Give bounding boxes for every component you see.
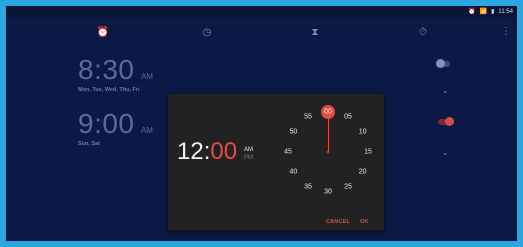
dial-number[interactable]: 10	[359, 129, 367, 136]
dial-number[interactable]: 35	[304, 183, 312, 190]
status-time: 11:54	[498, 8, 513, 15]
minute-dial[interactable]: 55 00 05 50 10 45 15 40 20 35 30 25	[276, 100, 380, 204]
dial-number[interactable]: 20	[359, 169, 367, 176]
alarm-time: 9:00	[78, 108, 135, 139]
chevron-down-icon[interactable]: ⌄	[442, 148, 449, 157]
dial-number[interactable]: 25	[344, 183, 352, 190]
dial-number[interactable]: 30	[324, 189, 332, 196]
status-bar: ⏰ 📶 ▮ 11:54	[6, 6, 517, 18]
alarm-toggle[interactable]	[436, 59, 450, 68]
more-vert-icon[interactable]: ⋮	[501, 26, 511, 37]
alarm-ampm: AM	[140, 72, 153, 81]
dial-center	[327, 151, 329, 153]
alarm-time: 8:30	[78, 54, 135, 85]
dial-number[interactable]: 05	[344, 114, 352, 121]
pm-option[interactable]: PM	[244, 154, 253, 162]
clock-icon[interactable]: ◷	[200, 26, 214, 40]
alarm-toggle[interactable]	[438, 117, 454, 126]
am-option[interactable]: AM	[244, 146, 253, 154]
time-picker-dialog: 12:00 AM PM 55 00 05 50 10 45 15 40 20 35 30 25 CAN…	[168, 94, 384, 230]
wifi-icon: 📶	[479, 9, 488, 15]
ok-button[interactable]: OK	[360, 219, 369, 225]
dial-number[interactable]: 15	[364, 149, 372, 156]
battery-icon: ▮	[491, 9, 495, 15]
minute-display[interactable]: 00	[210, 138, 237, 165]
toggle-knob	[436, 59, 445, 68]
alarm-item[interactable]: 8:30 AM Mon, Tue, Wed, Thu, Fri	[78, 54, 488, 93]
clock-app-window: ⏰ 📶 ▮ 11:54 ⏰ ◷ ⧗ ⏱ ⋮ 8:30 AM Mon, Tue, …	[6, 6, 517, 241]
hourglass-icon[interactable]: ⧗	[308, 26, 322, 40]
hour-display[interactable]: 12	[177, 138, 204, 165]
chevron-down-icon[interactable]: ⌄	[442, 86, 449, 95]
stopwatch-icon[interactable]: ⏱	[416, 26, 430, 40]
ampm-selector: AM PM	[244, 146, 253, 162]
dial-number[interactable]: 50	[289, 129, 297, 136]
dial-number[interactable]: 55	[304, 114, 312, 121]
dial-hand	[328, 114, 329, 152]
alarm-icon: ⏰	[468, 9, 476, 15]
cancel-button[interactable]: CANCEL	[326, 219, 350, 225]
dial-number[interactable]: 45	[284, 149, 292, 156]
alarm-days: Mon, Tue, Wed, Thu, Fri	[78, 87, 140, 93]
dial-number[interactable]: 40	[289, 169, 297, 176]
tab-bar: ⏰ ◷ ⧗ ⏱ ⋮	[6, 18, 517, 48]
alarm-ampm: AM	[140, 126, 153, 135]
toggle-knob	[445, 117, 454, 126]
time-display: 12:00	[177, 138, 237, 166]
dial-number[interactable]: 00	[324, 109, 332, 116]
alarm-icon[interactable]: ⏰	[96, 26, 110, 40]
